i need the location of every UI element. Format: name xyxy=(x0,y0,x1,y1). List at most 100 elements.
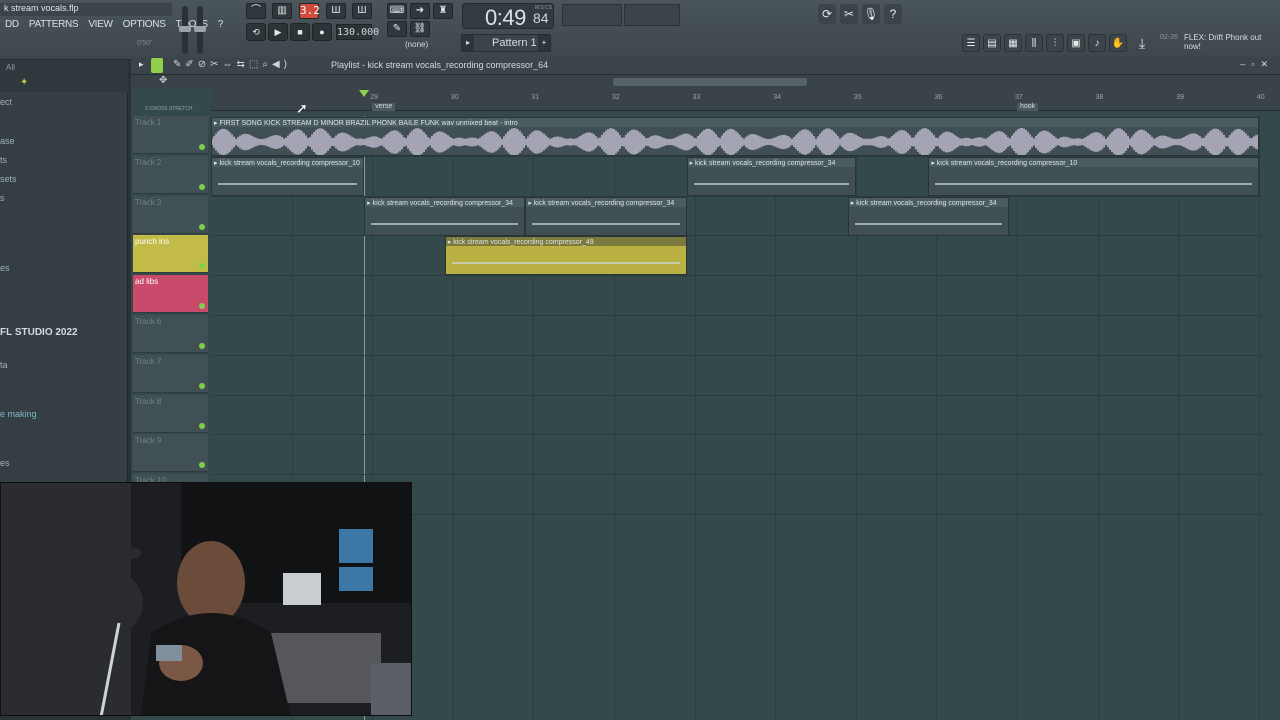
browser-item[interactable]: ta xyxy=(0,360,8,370)
menu-help[interactable]: ? xyxy=(213,17,228,33)
browser-add-icon[interactable]: ✦ xyxy=(20,77,28,88)
track-enable-led[interactable] xyxy=(199,462,205,469)
menu-view[interactable]: VIEW xyxy=(83,17,117,33)
zoom-arrows-icon[interactable]: ✥ xyxy=(159,75,167,86)
timeline-ruler[interactable]: 29 30 31 32 33 34 35 36 37 38 39 40 verse hook xyxy=(211,88,1280,111)
playlist-horizontal-scroll[interactable]: ✥ xyxy=(131,75,1280,88)
track-enable-led[interactable] xyxy=(199,343,205,349)
menu-options[interactable]: OPTIONS xyxy=(118,17,171,33)
audio-clip[interactable]: ▸ kick stream vocals_recording compresso… xyxy=(444,236,687,276)
loop-record-icon[interactable]: Ш xyxy=(352,3,372,19)
menu-patterns[interactable]: PATTERNS xyxy=(24,17,83,33)
pattern-selector[interactable]: ▸ Pattern 1 + xyxy=(461,34,551,52)
link-icon[interactable]: ⛓ xyxy=(410,21,430,37)
track-header[interactable]: Track 1 xyxy=(133,116,208,154)
track-header[interactable]: Track 3 xyxy=(133,195,208,234)
song-position-clock[interactable]: 0:49 M:S:CS 84 xyxy=(462,3,554,30)
browser-item[interactable]: e making xyxy=(0,409,37,419)
browser-item[interactable]: ts xyxy=(0,155,7,165)
help-icon[interactable]: ? xyxy=(884,4,902,24)
pattern-prev-icon[interactable]: ▸ xyxy=(462,35,474,51)
news-panel[interactable]: ⤓ 02-26 FLEX: Drift Phonk out now! xyxy=(1135,32,1280,56)
wait-input-icon[interactable]: ▥ xyxy=(272,3,292,19)
audio-clip[interactable]: ▸ kick stream vocals_recording compresso… xyxy=(211,156,365,196)
cut-icon[interactable]: ✂ xyxy=(840,4,858,24)
ruler-bar-number: 32 xyxy=(612,94,620,101)
browser-icon[interactable]: ▣ xyxy=(1067,34,1085,52)
time-marker[interactable]: hook xyxy=(1017,103,1039,111)
browser-item[interactable]: es xyxy=(0,458,10,468)
clip-title: ▸ kick stream vocals_recording compresso… xyxy=(850,199,997,207)
metronome-icon[interactable]: ⌒ xyxy=(246,3,266,19)
track-header[interactable]: Track 7 xyxy=(133,354,208,393)
undo-icon[interactable]: ⟳ xyxy=(818,4,836,24)
playlist-menu-arrow-icon[interactable]: ▸ xyxy=(139,59,144,70)
track-header[interactable]: ad libs xyxy=(133,275,208,314)
browser-header: All ✦ xyxy=(0,60,128,92)
track-enable-led[interactable] xyxy=(199,144,205,150)
mic-icon[interactable]: 🎙 xyxy=(862,4,880,24)
playlist-window-icon[interactable]: ☰ xyxy=(962,34,980,52)
clock-time: 0:49 xyxy=(485,5,526,30)
track-enable-led[interactable] xyxy=(199,263,205,270)
touch-keyboard-icon[interactable]: ✋ xyxy=(1109,34,1127,52)
waveform xyxy=(451,262,680,265)
track-header[interactable]: Track 9 xyxy=(133,434,208,473)
news-text[interactable]: FLEX: Drift Phonk out now! xyxy=(1184,33,1276,51)
track-enable-led[interactable] xyxy=(199,183,205,190)
step-counter[interactable]: 3.2 xyxy=(299,3,320,19)
waveform xyxy=(935,182,1252,185)
pattern-add-icon[interactable]: + xyxy=(538,35,550,51)
stop-button[interactable]: ■ xyxy=(290,23,310,41)
track-header[interactable]: Track 2 xyxy=(133,155,208,194)
track-enable-led[interactable] xyxy=(199,303,205,310)
audio-clip[interactable]: ▸ kick stream vocals_recording compresso… xyxy=(525,196,687,236)
browser-item[interactable]: es xyxy=(0,263,10,273)
track-header[interactable]: Track 6 xyxy=(133,315,208,353)
audio-clip[interactable]: ▸ kick stream vocals_recording compresso… xyxy=(847,196,1009,236)
track-enable-led[interactable] xyxy=(199,382,205,389)
audio-clip[interactable]: ▸ FIRST SONG KICK STREAM D MINOR BRAZIL … xyxy=(211,117,1259,156)
track-header[interactable]: punch ins xyxy=(133,235,208,274)
typing-keyboard-icon[interactable]: ⌨ xyxy=(387,3,407,19)
browser-item[interactable]: s xyxy=(0,193,5,203)
metronome-bell-icon[interactable]: ♜ xyxy=(433,3,453,19)
step-edit-icon[interactable]: ➜ xyxy=(410,3,430,19)
snap-magnet-icon[interactable] xyxy=(151,58,163,73)
scrollbar-thumb[interactable] xyxy=(613,78,807,86)
record-button[interactable]: ● xyxy=(312,23,332,41)
piano-roll-icon[interactable]: ▤ xyxy=(983,34,1001,52)
track-enable-led[interactable] xyxy=(199,422,205,429)
play-button[interactable]: ▶ xyxy=(268,23,288,41)
channel-rack-icon[interactable]: ▦ xyxy=(1004,34,1022,52)
mixer-icon[interactable]: ⫼ xyxy=(1025,34,1043,52)
browser-item[interactable]: sets xyxy=(0,174,17,184)
window-controls[interactable]: –▫✕ xyxy=(1240,59,1274,70)
position-marker-icon[interactable] xyxy=(359,90,369,97)
waveform xyxy=(532,222,680,225)
download-icon[interactable]: ⤓ xyxy=(1139,35,1145,52)
mixer-faders-icon[interactable]: ⫶ xyxy=(1046,34,1064,52)
track-enable-led[interactable] xyxy=(199,223,205,230)
master-pitch-slider[interactable] xyxy=(194,6,206,54)
track-header[interactable]: Track 8 xyxy=(133,394,208,433)
pat-song-toggle[interactable]: ⟲ xyxy=(246,23,266,41)
menu-file[interactable]: DD xyxy=(0,17,24,33)
browser-item-fl-studio[interactable]: FL STUDIO 2022 xyxy=(0,327,78,338)
pencil-icon[interactable]: ✎ xyxy=(387,21,407,37)
browser-filter[interactable]: All xyxy=(6,63,15,72)
playlist-tools[interactable]: ✎✐⊘✂⇔⇆⬚⌕◀) xyxy=(173,59,291,70)
audio-clip[interactable]: ▸ kick stream vocals_recording compresso… xyxy=(928,156,1259,196)
audio-clip[interactable]: ▸ kick stream vocals_recording compresso… xyxy=(686,156,856,196)
audio-clip[interactable]: ▸ kick stream vocals_recording compresso… xyxy=(364,196,526,236)
time-marker[interactable]: verse xyxy=(372,103,396,111)
menu-tools[interactable]: TOOLS xyxy=(171,17,213,33)
crossfade-options[interactable]: Z-CROSS STRETCH xyxy=(145,106,193,112)
browser-item[interactable]: ase xyxy=(0,136,15,146)
master-volume-slider[interactable] xyxy=(179,6,191,54)
pattern-none-select[interactable]: (none) xyxy=(405,40,428,49)
blend-notes-icon[interactable]: Ш xyxy=(326,3,346,19)
browser-item[interactable]: ect xyxy=(0,97,12,107)
plugin-database-icon[interactable]: ♪ xyxy=(1088,34,1106,52)
tempo-field[interactable]: 130.000 xyxy=(336,24,379,40)
